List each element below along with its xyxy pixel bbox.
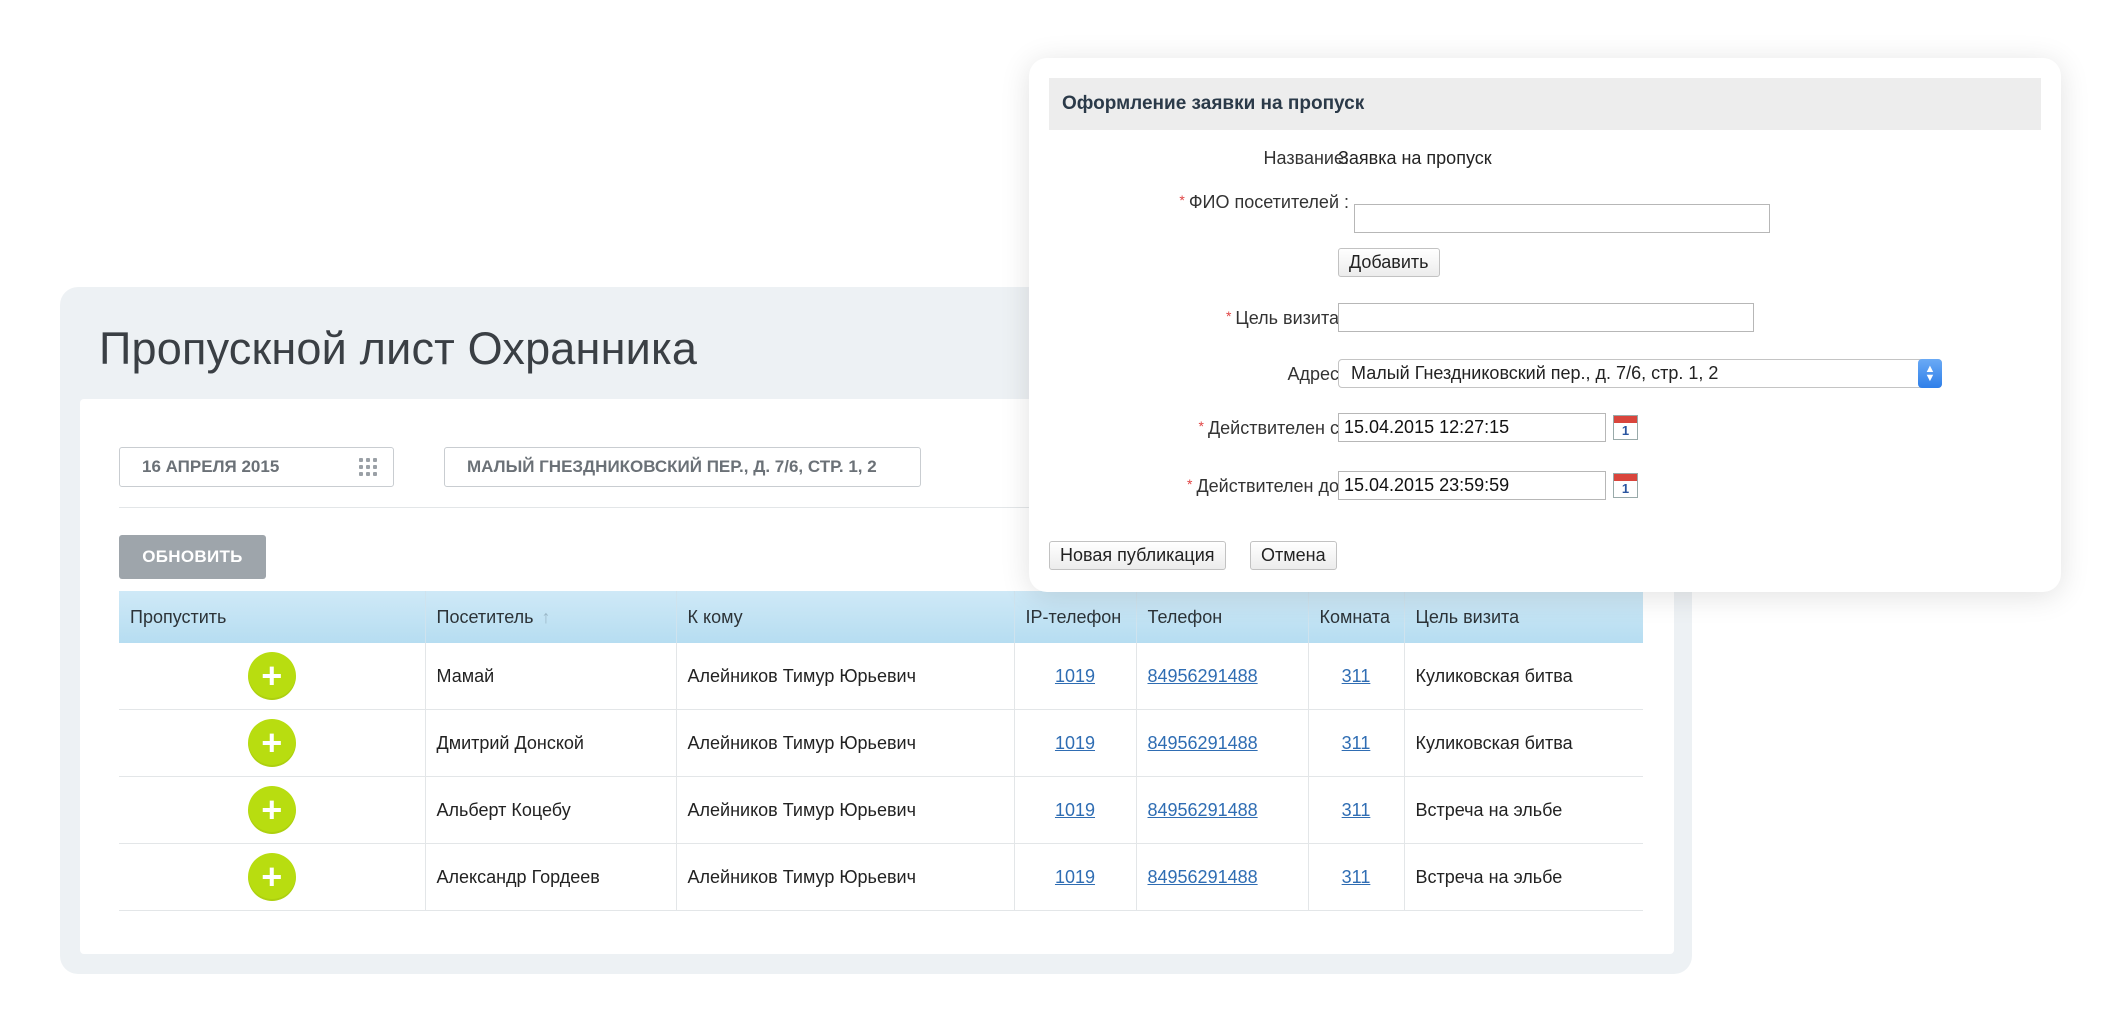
host-name: Алейников Тимур Юрьевич bbox=[675, 776, 1014, 844]
calendar-grid-icon[interactable] bbox=[359, 458, 377, 476]
valid-to-input[interactable] bbox=[1338, 471, 1606, 500]
allow-plus-icon[interactable]: + bbox=[247, 786, 296, 834]
purpose-row: * Цель визита : bbox=[1029, 300, 2061, 340]
dialog-title: Оформление заявки на пропуск bbox=[1049, 78, 2041, 130]
visitor-name: Мамай bbox=[424, 643, 676, 710]
fio-row: * ФИО посетителей : bbox=[1029, 184, 2061, 233]
required-mark: * bbox=[1187, 476, 1193, 492]
refresh-button[interactable]: Обновить bbox=[119, 535, 266, 579]
valid-from-input[interactable] bbox=[1338, 413, 1606, 442]
address-filter[interactable]: Малый Гнездниковский пер., д. 7/6, стр. … bbox=[444, 447, 921, 487]
table-row: + Альберт Коцебу Алейников Тимур Юрьевич… bbox=[119, 776, 1643, 844]
host-name: Алейников Тимур Юрьевич bbox=[675, 843, 1014, 911]
ip-phone-link[interactable]: 1019 bbox=[1055, 733, 1095, 753]
visit-purpose: Встреча на эльбе bbox=[1403, 776, 1643, 844]
required-mark: * bbox=[1225, 308, 1232, 324]
page-title: Пропускной лист Охранника bbox=[99, 323, 698, 374]
required-mark: * bbox=[1179, 192, 1185, 208]
visit-purpose: Куликовская битва bbox=[1403, 643, 1643, 710]
visitors-table: Пропустить Посетитель ↑ К кому IP-телефон… bbox=[119, 591, 1643, 911]
sort-up-icon[interactable]: ↑ bbox=[542, 607, 551, 627]
purpose-label: Цель визита : bbox=[1235, 308, 1349, 328]
fio-label: ФИО посетителей : bbox=[1188, 192, 1349, 212]
ip-phone-link[interactable]: 1019 bbox=[1055, 666, 1095, 686]
phone-link[interactable]: 84956291488 bbox=[1148, 800, 1258, 820]
date-picker[interactable]: 16 апреля 2015 bbox=[119, 447, 394, 487]
phone-link[interactable]: 84956291488 bbox=[1148, 867, 1258, 887]
visitor-name: Дмитрий Донской bbox=[424, 709, 676, 777]
host-name: Алейников Тимур Юрьевич bbox=[675, 643, 1014, 710]
name-value: Заявка на пропуск bbox=[1338, 148, 1492, 168]
col-header-ip-phone: IP-телефон bbox=[1013, 591, 1136, 643]
col-header-host: К кому bbox=[675, 591, 1014, 643]
table-row: + Александр Гордеев Алейников Тимур Юрье… bbox=[119, 843, 1643, 911]
visit-purpose: Встреча на эльбе bbox=[1403, 843, 1643, 911]
name-label: Название: bbox=[1263, 148, 1349, 168]
col-header-allow: Пропустить bbox=[119, 591, 425, 643]
table-row: + Мамай Алейников Тимур Юрьевич 1019 849… bbox=[119, 643, 1643, 710]
calendar-icon[interactable]: 1 bbox=[1613, 415, 1638, 440]
room-link[interactable]: 311 bbox=[1342, 800, 1371, 820]
col-header-visitor[interactable]: Посетитель ↑ bbox=[424, 591, 676, 643]
room-link[interactable]: 311 bbox=[1342, 666, 1371, 686]
valid-to-row: * Действителен до : 1 bbox=[1029, 468, 2061, 508]
address-select-value: Малый Гнездниковский пер., д. 7/6, стр. … bbox=[1351, 363, 1719, 383]
calendar-icon[interactable]: 1 bbox=[1613, 473, 1638, 498]
valid-to-label: Действителен до : bbox=[1196, 476, 1349, 496]
address-filter-value: Малый Гнездниковский пер., д. 7/6, стр. … bbox=[467, 457, 877, 476]
fio-input[interactable] bbox=[1354, 204, 1770, 233]
new-publication-button[interactable]: Новая публикация bbox=[1049, 541, 1226, 570]
ip-phone-link[interactable]: 1019 bbox=[1055, 867, 1095, 887]
name-row: Название: Заявка на пропуск bbox=[1029, 140, 2061, 180]
table-header-row: Пропустить Посетитель ↑ К кому IP-телефон… bbox=[119, 591, 1643, 643]
col-header-phone: Телефон bbox=[1135, 591, 1308, 643]
room-link[interactable]: 311 bbox=[1342, 867, 1371, 887]
add-visitor-button[interactable]: Добавить bbox=[1338, 248, 1440, 277]
table-row: + Дмитрий Донской Алейников Тимур Юрьеви… bbox=[119, 709, 1643, 777]
col-header-purpose: Цель визита bbox=[1403, 591, 1643, 643]
pass-request-dialog: Оформление заявки на пропуск Название: З… bbox=[1029, 58, 2061, 592]
address-select[interactable]: Малый Гнездниковский пер., д. 7/6, стр. … bbox=[1338, 359, 1942, 388]
ip-phone-link[interactable]: 1019 bbox=[1055, 800, 1095, 820]
required-mark: * bbox=[1198, 418, 1204, 434]
visitor-name: Александр Гордеев bbox=[424, 843, 676, 911]
valid-from-label: Действителен с : bbox=[1207, 418, 1349, 438]
room-link[interactable]: 311 bbox=[1342, 733, 1371, 753]
address-row: Адрес : Малый Гнездниковский пер., д. 7/… bbox=[1029, 356, 2061, 396]
visit-purpose-input[interactable] bbox=[1338, 303, 1754, 332]
valid-from-row: * Действителен с : 1 bbox=[1029, 410, 2061, 450]
date-picker-value: 16 апреля 2015 bbox=[142, 457, 280, 476]
col-header-room: Комната bbox=[1307, 591, 1404, 643]
visit-purpose: Куликовская битва bbox=[1403, 709, 1643, 777]
host-name: Алейников Тимур Юрьевич bbox=[675, 709, 1014, 777]
phone-link[interactable]: 84956291488 bbox=[1148, 666, 1258, 686]
select-arrows-icon[interactable]: ▲ ▼ bbox=[1918, 359, 1942, 388]
allow-plus-icon[interactable]: + bbox=[247, 652, 296, 700]
phone-link[interactable]: 84956291488 bbox=[1148, 733, 1258, 753]
allow-plus-icon[interactable]: + bbox=[247, 719, 296, 767]
visitor-name: Альберт Коцебу bbox=[424, 776, 676, 844]
allow-plus-icon[interactable]: + bbox=[247, 853, 296, 901]
cancel-button[interactable]: Отмена bbox=[1250, 541, 1337, 570]
